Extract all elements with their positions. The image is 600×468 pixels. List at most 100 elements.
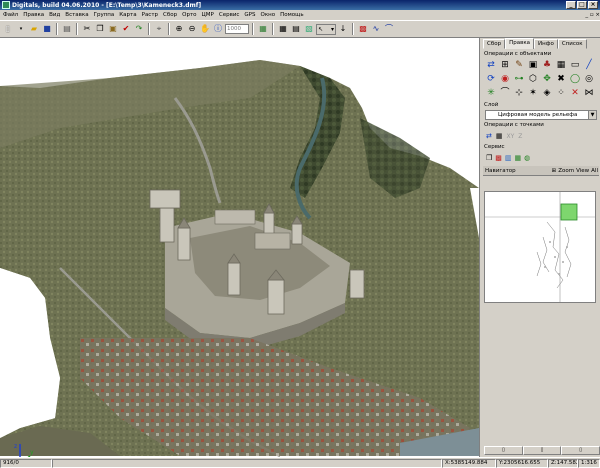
xy-button[interactable]: XY bbox=[507, 133, 515, 140]
status-x: X:5385149.884 bbox=[442, 458, 496, 468]
redo-icon[interactable]: ↷ bbox=[133, 23, 145, 35]
navigator-tool-icon[interactable]: ⊞ bbox=[551, 168, 558, 174]
cursor-icon: ↖ bbox=[318, 25, 324, 33]
select-icon[interactable]: ⌖ bbox=[153, 23, 165, 35]
menu-map[interactable]: Карта bbox=[119, 12, 136, 18]
tab-collect[interactable]: Сбор bbox=[483, 39, 506, 49]
profile-icon[interactable]: ⌒ bbox=[383, 23, 395, 35]
points-icon[interactable]: ⁘ bbox=[555, 87, 567, 99]
info-icon[interactable]: ⓘ bbox=[212, 23, 224, 35]
lasso-icon[interactable]: ⌒ bbox=[499, 87, 511, 99]
map-icon[interactable]: ▦ bbox=[515, 154, 522, 162]
main-toolbar: ▯ ▾ ▰ ■ ▤ ✂ ❐ ▣ ✔ ↷ ⌖ ⊕ ⊖ ✋ ⓘ 1000 ▦ ▦ ▤… bbox=[0, 20, 600, 38]
ring-icon[interactable]: ◎ bbox=[583, 73, 595, 85]
navigator-viewport-rect[interactable] bbox=[560, 203, 578, 221]
status-z: Z:147.582 bbox=[548, 458, 578, 468]
arrow-down-icon[interactable]: ↓ bbox=[337, 23, 349, 35]
maximize-button[interactable]: □ bbox=[577, 1, 587, 9]
menu-ortho[interactable]: Орто bbox=[182, 12, 196, 18]
move-icon[interactable]: ✥ bbox=[541, 73, 553, 85]
menu-help[interactable]: Помощь bbox=[280, 12, 303, 18]
rect-tool-icon[interactable]: ▭ bbox=[569, 59, 581, 71]
menu-collect[interactable]: Сбор bbox=[163, 12, 177, 18]
navigator-view[interactable]: View bbox=[575, 168, 590, 174]
zoom-in-icon[interactable]: ⊕ bbox=[173, 23, 185, 35]
trim-icon[interactable]: ⋈ bbox=[583, 87, 595, 99]
table-icon[interactable]: ▤ bbox=[290, 23, 302, 35]
node-icon[interactable]: ✳ bbox=[485, 87, 497, 99]
navigator-all[interactable]: All bbox=[590, 168, 599, 174]
cross-icon[interactable]: ✕ bbox=[569, 87, 581, 99]
menu-view[interactable]: Вид bbox=[49, 12, 60, 18]
diamond-icon[interactable]: ◈ bbox=[541, 87, 553, 99]
frame-icon[interactable]: ▣ bbox=[527, 59, 539, 71]
object-tools: ⇄ ⊞ ✎ ▣ ♣ ▦ ▭ ╱ ⟳ ◉ ⊶ ⬡ ✥ ✖ ◯ ◎ ✳ ⌒ ⊹ ✶ … bbox=[485, 59, 600, 100]
tab-info[interactable]: Инфо bbox=[534, 39, 558, 49]
menu-group[interactable]: Группа bbox=[94, 12, 115, 18]
minimize-button[interactable]: _ bbox=[566, 1, 576, 9]
sphere-icon[interactable]: ◉ bbox=[499, 73, 511, 85]
close-button[interactable]: × bbox=[588, 1, 598, 9]
dem-icon[interactable]: ▩ bbox=[357, 23, 369, 35]
status-ratio: 1:316 bbox=[578, 458, 600, 468]
print-icon[interactable]: ▤ bbox=[61, 23, 73, 35]
layer-dropdown[interactable]: Цифровая модель рельефа ▼ bbox=[485, 110, 597, 120]
pan-icon[interactable]: ✋ bbox=[199, 23, 211, 35]
dropdown-arrow-icon[interactable]: ▾ bbox=[15, 23, 27, 35]
open-icon[interactable]: ▰ bbox=[28, 23, 40, 35]
menu-edit[interactable]: Правка bbox=[23, 12, 44, 18]
menu-service[interactable]: Сервис bbox=[219, 12, 240, 18]
mode-dropdown[interactable]: ↖ ▾ bbox=[316, 23, 336, 35]
panel-split-button-1[interactable]: ▯ bbox=[484, 446, 523, 455]
menu-insert[interactable]: Вставка bbox=[65, 12, 88, 18]
navigator-zoom[interactable]: Zoom bbox=[557, 168, 575, 174]
circle-icon[interactable]: ◯ bbox=[569, 73, 581, 85]
rotate-icon[interactable]: ⟳ bbox=[485, 73, 497, 85]
fill-icon[interactable]: ♣ bbox=[541, 59, 553, 71]
save-icon[interactable]: ■ bbox=[41, 23, 53, 35]
menu-file[interactable]: Файл bbox=[3, 12, 18, 18]
chart-icon[interactable]: ▥ bbox=[505, 154, 512, 162]
image-icon[interactable]: ▧ bbox=[303, 23, 315, 35]
menu-dem[interactable]: ЦМР bbox=[202, 12, 214, 18]
tab-list[interactable]: Список bbox=[557, 39, 587, 49]
split-icon[interactable]: ⊞ bbox=[499, 59, 511, 71]
mdi-controls[interactable]: _ ▫ × bbox=[585, 12, 600, 18]
3d-view[interactable]: z x y bbox=[0, 38, 480, 457]
menu-window[interactable]: Окно bbox=[261, 12, 276, 18]
navigator-map[interactable] bbox=[484, 191, 596, 303]
add-node-icon[interactable]: ⊹ bbox=[513, 87, 525, 99]
layers-icon[interactable]: ▦ bbox=[257, 23, 269, 35]
app-window: Digitals, build 04.06.2010 - [E:\Temp\3\… bbox=[0, 0, 600, 468]
curve-icon[interactable]: ∿ bbox=[370, 23, 382, 35]
line-tool-icon[interactable]: ╱ bbox=[583, 59, 595, 71]
book-icon[interactable]: ❒ bbox=[486, 154, 492, 162]
swap-icon[interactable]: ⇄ bbox=[485, 59, 497, 71]
palette-icon[interactable]: ▩ bbox=[495, 154, 502, 162]
zoom-out-icon[interactable]: ⊖ bbox=[186, 23, 198, 35]
erase-icon[interactable]: ✖ bbox=[555, 73, 567, 85]
tab-edit[interactable]: Правка bbox=[505, 38, 535, 49]
z-button[interactable]: Z bbox=[518, 133, 522, 140]
grid-points-icon[interactable]: ▦ bbox=[496, 132, 503, 140]
join-icon[interactable]: ⊶ bbox=[513, 73, 525, 85]
cut-icon[interactable]: ✂ bbox=[81, 23, 93, 35]
copy-icon[interactable]: ❐ bbox=[94, 23, 106, 35]
swap-points-icon[interactable]: ⇄ bbox=[486, 132, 492, 140]
menu-gps[interactable]: GPS bbox=[244, 12, 255, 18]
globe-icon[interactable]: ◍ bbox=[524, 154, 530, 162]
menu-raster[interactable]: Растр bbox=[142, 12, 158, 18]
grid-tool-icon[interactable]: ▦ bbox=[555, 59, 567, 71]
panel-tabs: Сбор Правка Инфо Список bbox=[483, 38, 600, 49]
new-icon[interactable]: ▯ bbox=[2, 23, 14, 35]
shape-icon[interactable]: ⬡ bbox=[527, 73, 539, 85]
brush-icon[interactable]: ✎ bbox=[513, 59, 525, 71]
panel-split-button-3[interactable]: ▯ bbox=[561, 446, 600, 455]
svg-text:z: z bbox=[14, 443, 17, 450]
check-icon[interactable]: ✔ bbox=[120, 23, 132, 35]
scale-input[interactable]: 1000 bbox=[225, 24, 249, 34]
paste-icon[interactable]: ▣ bbox=[107, 23, 119, 35]
grid-icon[interactable]: ▦ bbox=[277, 23, 289, 35]
star-icon[interactable]: ✶ bbox=[527, 87, 539, 99]
panel-split-button-2[interactable]: ▯ bbox=[522, 446, 562, 455]
